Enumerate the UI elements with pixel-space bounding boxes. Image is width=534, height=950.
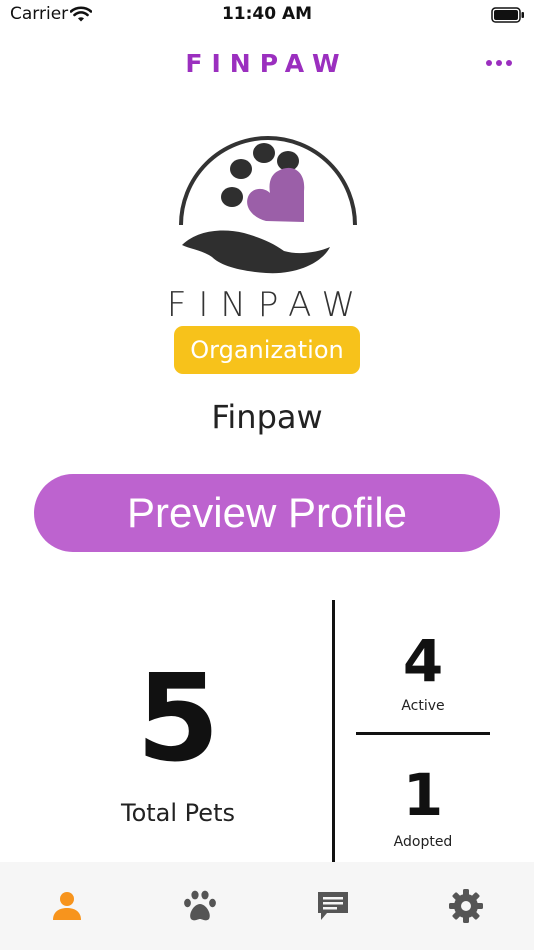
clock: 11:40 AM — [221, 4, 313, 24]
tab-messages[interactable] — [266, 862, 399, 950]
organization-name: Finpaw — [211, 398, 323, 436]
preview-profile-button[interactable]: Preview Profile — [34, 474, 500, 552]
vertical-divider — [332, 600, 335, 862]
status-bar: Carrier 11:40 AM — [0, 0, 534, 30]
logo-wordmark: FINPAW — [166, 285, 368, 325]
horizontal-divider — [356, 732, 490, 735]
dot-icon — [506, 60, 512, 66]
tab-bar — [0, 862, 534, 950]
tab-settings[interactable] — [399, 862, 532, 950]
dot-icon — [486, 60, 492, 66]
finpaw-logo — [179, 136, 357, 274]
tab-pets[interactable] — [133, 862, 266, 950]
person-icon — [52, 892, 81, 920]
total-pets-stat: 5 Total Pets — [78, 600, 278, 862]
stats-panel: 5 Total Pets 4 Active 1 Adopted — [0, 600, 534, 862]
chat-icon — [317, 892, 348, 920]
battery-icon — [491, 7, 524, 23]
organization-badge: Organization — [174, 326, 360, 374]
dot-icon — [496, 60, 502, 66]
adopted-label: Adopted — [393, 834, 453, 850]
gear-icon — [448, 889, 483, 923]
tab-profile[interactable] — [0, 862, 133, 950]
active-count: 4 — [402, 627, 444, 695]
active-label: Active — [401, 698, 445, 714]
app-title: FINPAW — [185, 49, 349, 78]
paw-icon — [183, 890, 216, 921]
total-pets-label: Total Pets — [121, 799, 235, 827]
adopted-count: 1 — [402, 761, 444, 829]
total-pets-count: 5 — [136, 650, 220, 789]
more-options-button[interactable] — [486, 58, 512, 68]
